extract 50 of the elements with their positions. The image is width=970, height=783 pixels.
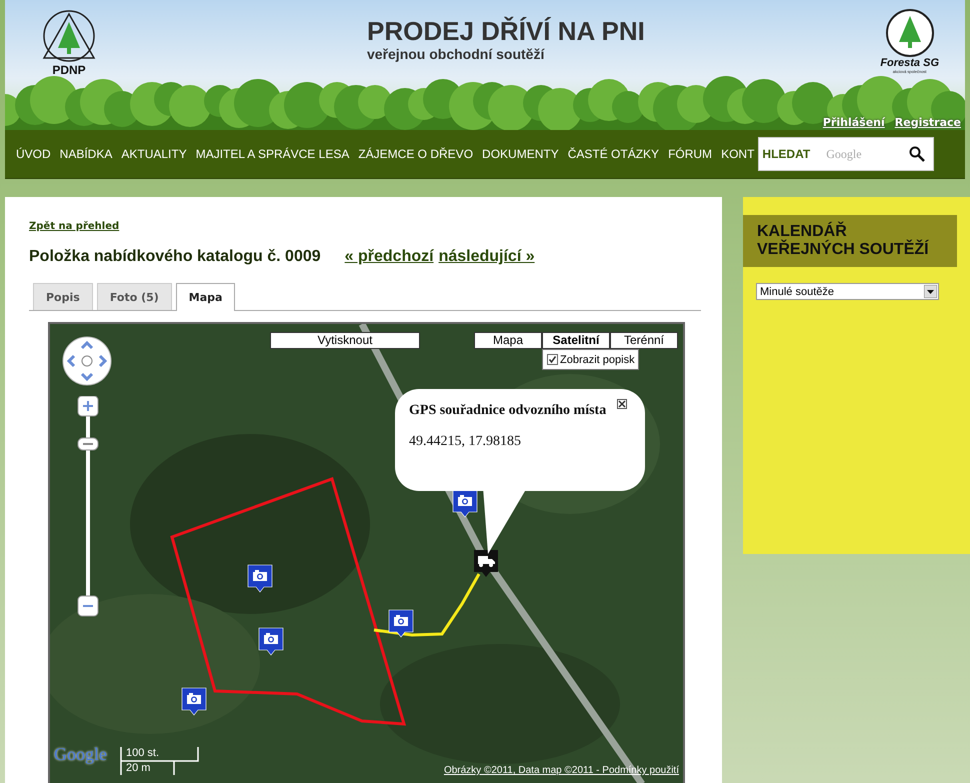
- back-link[interactable]: Zpět na přehled: [29, 221, 120, 232]
- camera-marker-icon[interactable]: [182, 688, 206, 716]
- nav-item[interactable]: DOKUMENTY: [482, 147, 559, 161]
- nav-item[interactable]: ČASTÉ OTÁZKY: [568, 147, 660, 161]
- page-heading: Položka nabídkového katalogu č. 0009: [29, 248, 321, 266]
- nav-item[interactable]: ZÁJEMCE O DŘEVO: [358, 147, 474, 161]
- header-link[interactable]: Přihlášení: [822, 116, 885, 129]
- nav-item[interactable]: NABÍDKA: [60, 147, 112, 161]
- nav-item[interactable]: KONT: [721, 147, 754, 161]
- zoom-thumb[interactable]: [78, 438, 98, 450]
- scale-label: 100 st.: [126, 747, 160, 759]
- camera-marker-icon[interactable]: [248, 564, 272, 592]
- site-subtitle: veřejnou obchodní soutěží: [367, 46, 546, 62]
- dropdown-icon[interactable]: [924, 285, 937, 298]
- site-title: PRODEJ DŘÍVÍ NA PNI: [367, 16, 645, 46]
- header-link[interactable]: Registrace: [894, 116, 961, 129]
- tab[interactable]: Mapa: [176, 283, 236, 311]
- info-title: GPS souřadnice odvozního místa: [409, 402, 608, 420]
- checkbox-icon[interactable]: [547, 354, 558, 365]
- map-type-button[interactable]: Satelitní: [542, 332, 610, 349]
- camera-marker-icon[interactable]: [388, 610, 414, 638]
- close-icon[interactable]: [617, 399, 627, 409]
- nav-item[interactable]: AKTUALITY: [121, 147, 187, 161]
- tab[interactable]: Popis: [33, 283, 93, 310]
- nav-item[interactable]: FÓRUM: [668, 147, 712, 161]
- pan-control-icon[interactable]: [62, 336, 112, 386]
- scale-label: 20 m: [126, 762, 150, 774]
- tab[interactable]: Foto (5): [96, 283, 172, 310]
- pager-link[interactable]: « předchozí: [344, 248, 434, 266]
- print-button[interactable]: Vytisknout: [270, 332, 420, 349]
- map-type-button[interactable]: Mapa: [474, 332, 542, 349]
- contest-select[interactable]: Minulé soutěže: [756, 283, 939, 300]
- map-logo: Google: [54, 744, 107, 765]
- map-attribution[interactable]: Obrázky ©2011, Data map ©2011 - Podmínky použití: [444, 765, 679, 776]
- camera-marker-icon[interactable]: [258, 628, 284, 656]
- nav-item[interactable]: MAJITEL A SPRÁVCE LESA: [196, 147, 350, 161]
- map-type-button[interactable]: Terénní: [610, 332, 678, 349]
- nav-item[interactable]: ÚVOD: [16, 147, 51, 161]
- truck-marker-icon[interactable]: [474, 550, 498, 577]
- logo-text: PDNP: [52, 64, 86, 77]
- labels-checkbox[interactable]: Zobrazit popisk: [542, 349, 639, 370]
- pager-link[interactable]: následující »: [438, 248, 535, 266]
- logo-text: Foresta SG: [880, 58, 939, 69]
- search-label: HLEDAT: [762, 147, 810, 161]
- scale-bar-icon: [120, 747, 200, 775]
- sidebar-title: KALENDÁŘ VEŘEJNÝCH SOUTĚŽÍ: [743, 215, 957, 267]
- gps-coordinates: 49.44215, 17.98185: [409, 434, 522, 450]
- zoom-slider[interactable]: [77, 396, 99, 618]
- search-icon[interactable]: [909, 146, 926, 162]
- camera-marker-icon[interactable]: [452, 490, 478, 518]
